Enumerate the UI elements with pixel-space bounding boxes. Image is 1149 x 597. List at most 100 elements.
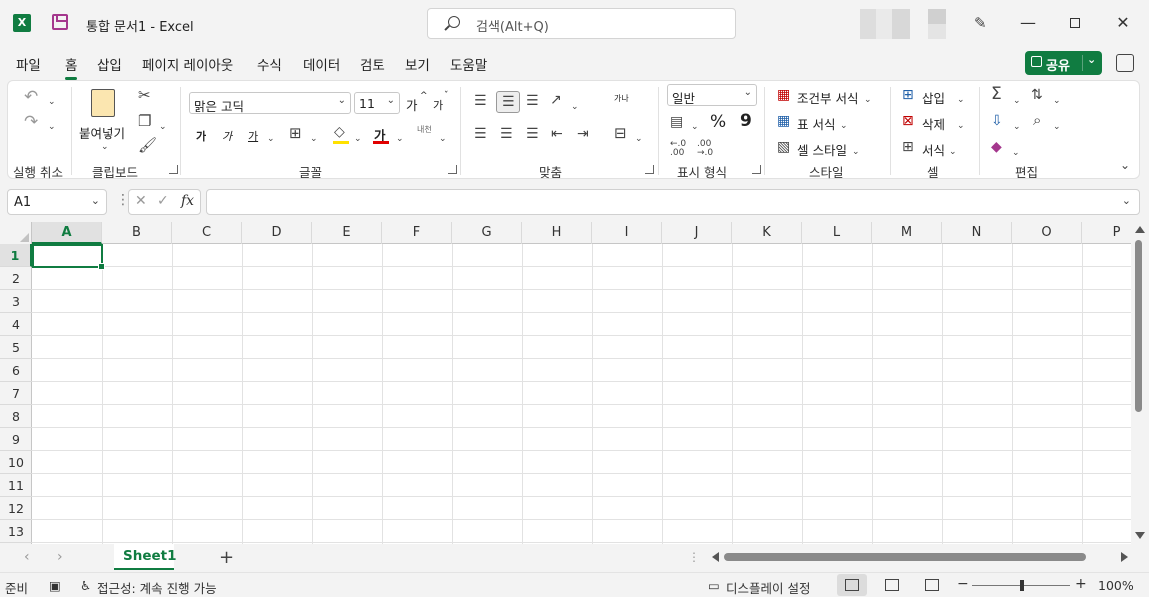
align-top-icon[interactable]: ☰ <box>474 94 487 108</box>
macro-record-icon[interactable]: ▣ <box>49 578 61 593</box>
chevron-down-icon[interactable]: ⌄ <box>91 194 100 207</box>
row-header[interactable]: 13 <box>0 520 32 543</box>
clear-icon[interactable]: ◆ <box>991 140 1002 154</box>
cell-styles-button[interactable]: 셀 스타일 <box>797 140 847 159</box>
number-format-select[interactable]: 일반 ⌄ <box>667 84 757 106</box>
increase-decimal-icon[interactable]: ←.0.00 <box>670 140 686 158</box>
row-header[interactable]: 2 <box>0 267 32 290</box>
collapse-ribbon-icon[interactable]: ⌄ <box>1120 159 1130 171</box>
row-header[interactable]: 7 <box>0 382 32 405</box>
prev-sheet-icon[interactable]: ‹ <box>24 549 30 565</box>
column-header[interactable]: H <box>522 222 592 244</box>
column-header[interactable]: B <box>102 222 172 244</box>
sort-filter-icon[interactable]: ⇅ <box>1031 88 1043 102</box>
scroll-up-icon[interactable] <box>1135 226 1145 233</box>
tab-data[interactable]: 데이터 <box>303 54 340 74</box>
column-header[interactable]: L <box>802 222 872 244</box>
zoom-level[interactable]: 100% <box>1098 578 1134 593</box>
comma-button[interactable]: 9 <box>740 111 752 131</box>
format-painter-icon[interactable]: 🖌 <box>138 138 157 153</box>
save-icon[interactable] <box>52 14 68 30</box>
borders-icon[interactable]: ⊞ <box>289 126 302 141</box>
font-size-select[interactable]: 11 ⌄ <box>354 92 400 114</box>
scroll-right-icon[interactable] <box>1121 552 1128 562</box>
align-center-icon[interactable]: ☰ <box>500 127 513 141</box>
next-sheet-icon[interactable]: › <box>57 549 63 565</box>
horizontal-scroll-thumb[interactable] <box>724 553 1086 561</box>
format-cells-button[interactable]: 서식 <box>922 140 945 159</box>
display-settings[interactable]: 디스플레이 설정 <box>726 578 810 597</box>
tab-file[interactable]: 파일 <box>16 54 41 74</box>
column-header[interactable]: E <box>312 222 382 244</box>
name-box[interactable]: A1 ⌄ <box>7 189 107 215</box>
active-cell[interactable] <box>32 244 105 270</box>
row-header[interactable]: 1 <box>0 244 32 267</box>
sheet-tab-sheet1[interactable]: Sheet1 <box>114 544 177 570</box>
tab-view[interactable]: 보기 <box>405 54 430 74</box>
redo-icon[interactable]: ↷ <box>24 114 38 131</box>
select-all-button[interactable] <box>0 222 32 244</box>
column-header[interactable]: A <box>32 222 102 244</box>
row-header[interactable]: 8 <box>0 405 32 428</box>
account-avatar[interactable] <box>860 9 910 39</box>
column-header[interactable]: J <box>662 222 732 244</box>
cut-icon[interactable]: ✂ <box>138 88 151 103</box>
merge-center-icon[interactable]: ⊟ <box>614 126 627 141</box>
decrease-decimal-icon[interactable]: .00 →.0 <box>697 140 713 158</box>
conditional-format-button[interactable]: 조건부 서식 <box>797 88 858 107</box>
maximize-button[interactable] <box>1064 12 1086 34</box>
row-header[interactable]: 5 <box>0 336 32 359</box>
comments-icon[interactable] <box>1116 54 1134 72</box>
tab-help[interactable]: 도움말 <box>450 54 487 74</box>
expand-formula-bar-icon[interactable]: ⌄ <box>1122 194 1131 207</box>
insert-function-button[interactable]: fx <box>181 193 194 209</box>
row-header[interactable]: 11 <box>0 474 32 497</box>
accounting-format-icon[interactable]: ▤ <box>670 115 683 129</box>
row-header[interactable]: 4 <box>0 313 32 336</box>
copy-icon[interactable]: ❐ <box>138 114 151 129</box>
underline-button[interactable]: 가 <box>248 128 258 144</box>
paste-icon[interactable] <box>91 89 115 117</box>
column-header[interactable]: M <box>872 222 942 244</box>
zoom-slider-knob[interactable] <box>1020 580 1024 591</box>
align-middle-icon[interactable]: ☰ <box>496 91 520 113</box>
clipboard-launcher-icon[interactable] <box>169 165 178 174</box>
column-header[interactable]: G <box>452 222 522 244</box>
increase-indent-icon[interactable]: ⇥ <box>577 127 589 141</box>
account-avatar-extra[interactable] <box>928 9 946 39</box>
tab-page-layout[interactable]: 페이지 레이아웃 <box>142 54 233 74</box>
share-button[interactable]: 공유 ⌄ <box>1025 51 1102 75</box>
align-bottom-icon[interactable]: ☰ <box>526 94 539 108</box>
tab-insert[interactable]: 삽입 <box>97 54 122 74</box>
zoom-slider[interactable] <box>972 580 1070 591</box>
column-header[interactable]: F <box>382 222 452 244</box>
formula-input[interactable]: ⌄ <box>206 189 1140 215</box>
vertical-scrollbar[interactable] <box>1131 222 1149 544</box>
insert-cells-button[interactable]: 삽입 <box>922 88 945 107</box>
orientation-icon[interactable]: ↗ <box>550 93 562 107</box>
column-header[interactable]: O <box>1012 222 1082 244</box>
fill-color-icon[interactable]: ◇ <box>334 125 345 139</box>
row-header[interactable]: 9 <box>0 428 32 451</box>
wrap-text-button[interactable]: 가나 <box>614 93 629 104</box>
row-header[interactable]: 6 <box>0 359 32 382</box>
undo-icon[interactable]: ↶ <box>24 89 38 106</box>
find-select-icon[interactable]: ⌕ <box>1033 113 1041 128</box>
horizontal-scrollbar[interactable] <box>710 550 1130 564</box>
alignment-launcher-icon[interactable] <box>645 165 654 174</box>
normal-view-button[interactable] <box>837 574 867 596</box>
font-launcher-icon[interactable] <box>448 165 457 174</box>
close-button[interactable]: ✕ <box>1112 12 1134 34</box>
tab-review[interactable]: 검토 <box>360 54 385 74</box>
row-header[interactable]: 12 <box>0 497 32 520</box>
accessibility-status[interactable]: 접근성: 계속 진행 가능 <box>97 578 217 597</box>
column-header[interactable]: K <box>732 222 802 244</box>
scroll-left-icon[interactable] <box>712 552 719 562</box>
row-header[interactable]: 3 <box>0 290 32 313</box>
column-header[interactable]: P <box>1082 222 1131 244</box>
splitter-grip-icon[interactable]: ⋮ <box>688 550 700 564</box>
tab-home[interactable]: 홈 <box>65 54 78 80</box>
autosum-icon[interactable]: Σ <box>991 86 1002 103</box>
add-sheet-icon[interactable]: + <box>219 547 234 568</box>
page-layout-view-button[interactable] <box>877 574 907 596</box>
